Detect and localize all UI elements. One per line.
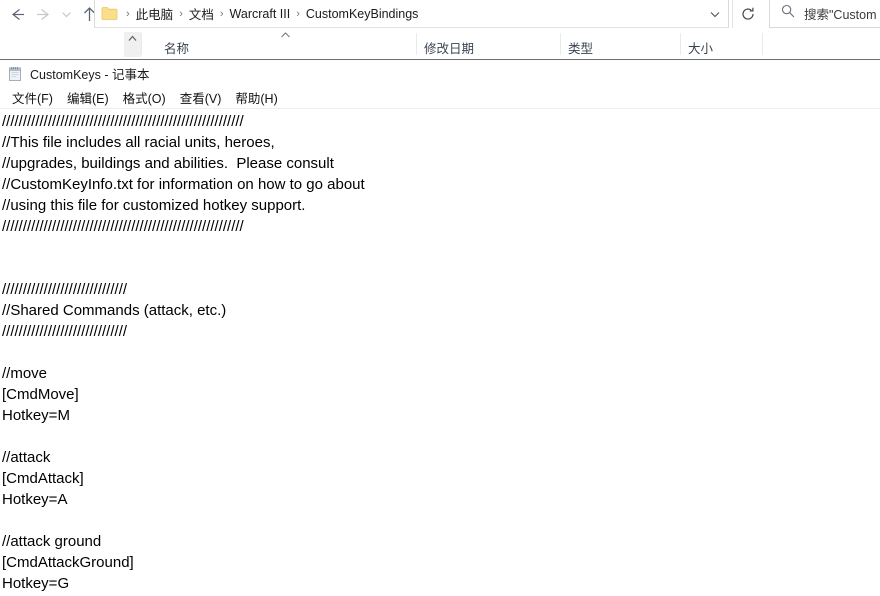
menu-item-file[interactable]: 文件(F) bbox=[5, 88, 60, 107]
notepad-text-line: ////////////////////////////////////////… bbox=[2, 218, 244, 235]
address-path-field[interactable]: › 此电脑 › 文档 › Warcraft III › CustomKeyBin… bbox=[94, 0, 729, 28]
notepad-text-line: //attack bbox=[2, 449, 51, 466]
menu-item-view[interactable]: 查看(V) bbox=[173, 88, 229, 107]
forward-button[interactable] bbox=[30, 2, 56, 28]
breadcrumb-separator: › bbox=[179, 7, 183, 20]
notepad-text-line: Hotkey=G bbox=[2, 575, 70, 592]
search-box[interactable]: 搜索"Custom bbox=[769, 0, 880, 28]
notepad-text-line: //upgrades, buildings and abilities. Ple… bbox=[2, 155, 334, 172]
notepad-text-line: ////////////////////////////// bbox=[2, 281, 128, 298]
breadcrumb-separator: › bbox=[296, 7, 300, 20]
breadcrumb-documents[interactable]: 文档 bbox=[189, 4, 214, 23]
navigation-buttons bbox=[0, 0, 102, 29]
address-history-dropdown-button[interactable] bbox=[700, 0, 729, 28]
notepad-menu-bar: 文件(F) 编辑(E) 格式(O) 查看(V) 帮助(H) bbox=[0, 87, 880, 109]
column-divider[interactable] bbox=[680, 33, 681, 55]
search-icon bbox=[781, 4, 795, 23]
notepad-text-line: ////////////////////////////////////////… bbox=[2, 113, 244, 130]
explorer-address-bar: › 此电脑 › 文档 › Warcraft III › CustomKeyBin… bbox=[0, 0, 880, 29]
breadcrumb-this-pc[interactable]: 此电脑 bbox=[136, 4, 174, 23]
notepad-text-line: Hotkey=A bbox=[2, 491, 68, 508]
column-header-name[interactable]: 名称 bbox=[164, 38, 189, 57]
column-header-date-modified[interactable]: 修改日期 bbox=[424, 38, 474, 57]
notepad-window: CustomKeys - 记事本 文件(F) 编辑(E) 格式(O) 查看(V)… bbox=[0, 59, 880, 596]
notepad-text-line: //attack ground bbox=[2, 533, 102, 550]
search-placeholder-text: 搜索"Custom bbox=[804, 8, 877, 22]
column-divider[interactable] bbox=[416, 33, 417, 55]
notepad-text-line bbox=[2, 510, 880, 531]
column-header-type[interactable]: 类型 bbox=[568, 38, 593, 57]
breadcrumb-customkeybindings[interactable]: CustomKeyBindings bbox=[306, 7, 419, 21]
notepad-text-line: Hotkey=M bbox=[2, 407, 70, 424]
menu-item-help[interactable]: 帮助(H) bbox=[228, 88, 284, 107]
column-divider bbox=[141, 33, 142, 55]
notepad-text-line: //using this file for customized hotkey … bbox=[2, 197, 306, 214]
column-divider[interactable] bbox=[762, 33, 763, 55]
refresh-button[interactable] bbox=[732, 0, 763, 28]
notepad-text-line bbox=[2, 237, 880, 258]
notepad-title-text: CustomKeys - 记事本 bbox=[30, 68, 150, 82]
notepad-text-line: [CmdMove] bbox=[2, 386, 79, 403]
back-button[interactable] bbox=[4, 2, 30, 28]
screen-root: › 此电脑 › 文档 › Warcraft III › CustomKeyBin… bbox=[0, 0, 880, 596]
notepad-text-line: ////////////////////////////// bbox=[2, 323, 128, 340]
notepad-text-line: [CmdAttackGround] bbox=[2, 554, 134, 571]
menu-item-format[interactable]: 格式(O) bbox=[116, 88, 173, 107]
notepad-text-line: //Shared Commands (attack, etc.) bbox=[2, 302, 227, 319]
breadcrumb-warcraft-iii[interactable]: Warcraft III bbox=[230, 7, 291, 21]
recent-locations-button[interactable] bbox=[56, 2, 76, 28]
notepad-title-bar[interactable]: CustomKeys - 记事本 bbox=[0, 60, 880, 87]
notepad-text-line: [CmdAttack] bbox=[2, 470, 84, 487]
menu-item-edit[interactable]: 编辑(E) bbox=[60, 88, 116, 107]
breadcrumb-separator: › bbox=[126, 7, 130, 20]
notepad-text-line: //move bbox=[2, 365, 48, 382]
column-divider[interactable] bbox=[560, 33, 561, 55]
breadcrumb-separator: › bbox=[219, 7, 224, 20]
notepad-text-line bbox=[2, 426, 880, 447]
scrollbar-up-arrow[interactable] bbox=[124, 32, 141, 57]
folder-icon bbox=[101, 6, 118, 21]
notepad-text-line bbox=[2, 258, 880, 279]
notepad-text-line: //CustomKeyInfo.txt for information on h… bbox=[2, 176, 365, 193]
notepad-icon bbox=[7, 66, 23, 82]
sort-ascending-indicator-icon bbox=[280, 31, 291, 42]
notepad-text-line bbox=[2, 342, 880, 363]
notepad-text-area[interactable]: ////////////////////////////// //////////… bbox=[0, 109, 880, 596]
notepad-text-line: //This file includes all racial units, h… bbox=[2, 134, 275, 151]
column-header-size[interactable]: 大小 bbox=[688, 38, 713, 57]
